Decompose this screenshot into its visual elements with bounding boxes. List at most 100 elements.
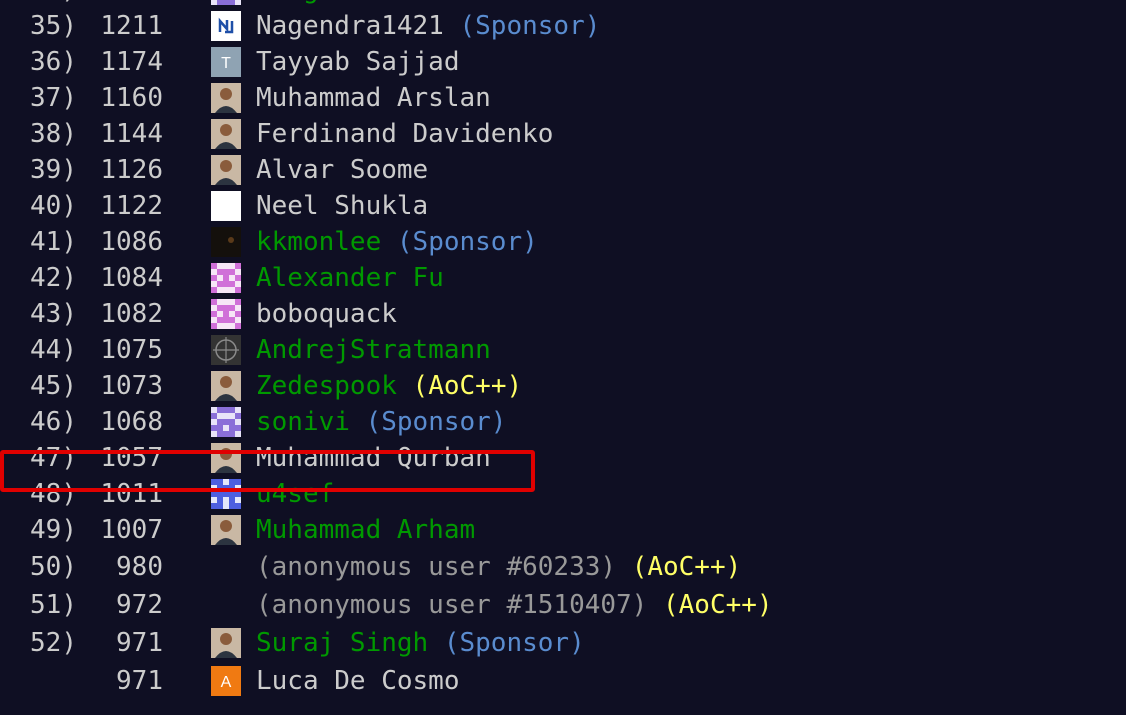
rank: 50)	[30, 552, 77, 582]
user-name-text: (anonymous user #1510407)	[256, 590, 648, 620]
leaderboard-row: 42) 1084 Alexander Fu	[0, 260, 1126, 296]
score: 1211	[100, 11, 163, 41]
user-name-text: Alvar Soome	[256, 155, 429, 185]
leaderboard-row: 36) 1174 T Tayyab Sajjad	[0, 44, 1126, 80]
sponsor-badge[interactable]: (Sponsor)	[366, 407, 507, 437]
user-name-text: Nagendra1421	[256, 11, 444, 41]
user-name-text: Muhammad Arslan	[256, 83, 491, 113]
score: 1068	[100, 407, 163, 437]
rank: 49)	[30, 515, 77, 545]
user-link[interactable]: Muhammad Arham	[256, 512, 475, 548]
rank: 45)	[30, 371, 77, 401]
score: 1126	[100, 155, 163, 185]
pattern-pink-icon[interactable]	[211, 263, 241, 293]
user-name-text[interactable]: sonivi	[256, 407, 350, 437]
rank: 40)	[30, 191, 77, 221]
user-name-text: (anonymous user #60233)	[256, 552, 617, 582]
user-name-text[interactable]: Muhammad Arham	[256, 515, 475, 545]
leaderboard-row: 39) 1126 Alvar Soome	[0, 152, 1126, 188]
user-name: Muhammad Arslan	[256, 80, 491, 116]
aoc-supporter-badge[interactable]: (AoC++)	[663, 590, 773, 620]
photo-avatar-icon	[211, 119, 241, 149]
leaderboard-row: 971 A Luca De Cosmo	[0, 662, 1126, 700]
score: 1213	[100, 0, 163, 8]
user-link[interactable]: AndrejStratmann	[256, 332, 491, 368]
user-name-text: Ferdinand Davidenko	[256, 119, 554, 149]
rank: 44)	[30, 335, 77, 365]
score: 1174	[100, 47, 163, 77]
score: 972	[116, 590, 163, 620]
score: 1144	[100, 119, 163, 149]
svg-text:T: T	[221, 55, 231, 72]
score: 980	[116, 552, 163, 582]
anonymous-user: (anonymous user #1510407) (AoC++)	[256, 586, 773, 624]
pattern-blue-icon[interactable]	[211, 479, 241, 509]
leaderboard: 34) 1213 GregorPorsch 35) 1211 Nagendra1421 (…	[0, 0, 1126, 700]
user-link[interactable]: Alexander Fu	[256, 260, 444, 296]
leaderboard-row: 50) 980 (anonymous user #60233) (AoC++)	[0, 548, 1126, 586]
rank: 36)	[30, 47, 77, 77]
leaderboard-row: 43) 1082 boboquack	[0, 296, 1126, 332]
photo-avatar-icon	[211, 83, 241, 113]
leaderboard-row: 45) 1073 Zedespook (AoC++)	[0, 368, 1126, 404]
pattern-purple-icon[interactable]	[211, 407, 241, 437]
leaderboard-row: 35) 1211 Nagendra1421 (Sponsor)	[0, 8, 1126, 44]
letter-t-icon: T	[211, 47, 241, 77]
user-name-text: boboquack	[256, 299, 397, 329]
photo-avatar-icon[interactable]	[211, 515, 241, 545]
rank: 35)	[30, 11, 77, 41]
rank: 42)	[30, 263, 77, 293]
sponsor-badge[interactable]: (Sponsor)	[444, 628, 585, 658]
aoc-supporter-badge[interactable]: (AoC++)	[632, 552, 742, 582]
leaderboard-row-highlighted: 47) 1057 Muhammad Qurban	[0, 440, 1126, 476]
rank: 46)	[30, 407, 77, 437]
user-link[interactable]: GregorPorsch	[256, 0, 444, 8]
photo-avatar-icon	[211, 443, 241, 473]
user-name-text[interactable]: kkmonlee	[256, 227, 381, 257]
leaderboard-row: 46) 1068 sonivi (Sponsor)	[0, 404, 1126, 440]
leaderboard-row: 40) 1122 Neel Shukla	[0, 188, 1126, 224]
leaderboard-row: 34) 1213 GregorPorsch	[0, 0, 1126, 8]
user-name-text: Muhammad Qurban	[256, 443, 491, 473]
n-logo-icon	[211, 11, 241, 41]
score: 1086	[100, 227, 163, 257]
user-name-text: Luca De Cosmo	[256, 666, 460, 696]
photo-avatar-icon[interactable]	[211, 371, 241, 401]
sponsor-badge[interactable]: (Sponsor)	[397, 227, 538, 257]
score: 1122	[100, 191, 163, 221]
score: 1007	[100, 515, 163, 545]
user-name-text[interactable]: GregorPorsch	[256, 0, 444, 5]
photo-avatar-icon[interactable]	[211, 628, 241, 658]
user-name-text: Tayyab Sajjad	[256, 47, 460, 77]
rank: 34)	[30, 0, 77, 8]
leaderboard-row: 38) 1144 Ferdinand Davidenko	[0, 116, 1126, 152]
user-link[interactable]: kkmonlee (Sponsor)	[256, 224, 538, 260]
leaderboard-row: 52) 971 Suraj Singh (Sponsor)	[0, 624, 1126, 662]
score: 1160	[100, 83, 163, 113]
user-name-text[interactable]: Alexander Fu	[256, 263, 444, 293]
user-name: Alvar Soome	[256, 152, 428, 188]
pattern-purple-icon[interactable]	[211, 0, 241, 5]
aoc-supporter-badge[interactable]: (AoC++)	[413, 371, 523, 401]
user-name-text[interactable]: AndrejStratmann	[256, 335, 491, 365]
rank: 39)	[30, 155, 77, 185]
user-name-text[interactable]: Suraj Singh	[256, 628, 428, 658]
dark-photo-icon[interactable]	[211, 227, 241, 257]
score: 971	[116, 628, 163, 658]
user-link[interactable]: u4sef	[256, 476, 334, 512]
sponsor-badge[interactable]: (Sponsor)	[460, 11, 601, 41]
leaderboard-row: 37) 1160 Muhammad Arslan	[0, 80, 1126, 116]
user-link[interactable]: Suraj Singh (Sponsor)	[256, 624, 585, 662]
user-name: Nagendra1421 (Sponsor)	[256, 8, 600, 44]
rank: 52)	[30, 628, 77, 658]
score: 971	[116, 666, 163, 696]
rank: 38)	[30, 119, 77, 149]
crosshair-icon[interactable]	[211, 335, 241, 365]
rank: 41)	[30, 227, 77, 257]
user-link[interactable]: sonivi (Sponsor)	[256, 404, 506, 440]
user-name: Muhammad Qurban	[256, 440, 491, 476]
user-name-text[interactable]: Zedespook	[256, 371, 397, 401]
user-link[interactable]: Zedespook (AoC++)	[256, 368, 522, 404]
user-name-text[interactable]: u4sef	[256, 479, 334, 509]
anonymous-user: (anonymous user #60233) (AoC++)	[256, 548, 741, 586]
